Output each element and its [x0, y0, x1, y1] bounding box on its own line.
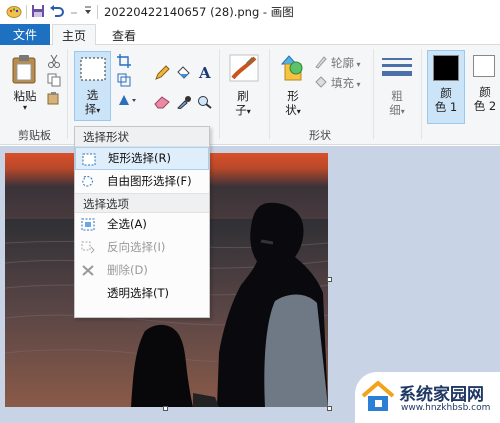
menu-item-free-form-selection[interactable]: 自由图形选择(F): [75, 170, 209, 193]
color-2-swatch: [473, 55, 495, 77]
eraser-icon[interactable]: [154, 95, 170, 112]
menu-item-rectangular-selection[interactable]: 矩形选择(R): [75, 147, 209, 170]
group-separator: [269, 49, 270, 139]
color-2-button[interactable]: 颜 色 2: [470, 53, 500, 123]
divider: [97, 5, 98, 19]
copy-icon[interactable]: [47, 73, 61, 90]
chevron-down-icon: ▾: [296, 107, 301, 116]
color-1-button[interactable]: 颜 色 1: [427, 50, 465, 124]
chevron-down-icon: ▾: [22, 103, 27, 112]
invert-selection-icon: [81, 241, 95, 254]
select-label: 选 择▾: [84, 88, 101, 116]
group-separator: [219, 49, 220, 139]
rotate-icon[interactable]: [117, 93, 137, 110]
chevron-down-icon: ▾: [354, 60, 361, 69]
watermark-title: 系统家园网: [399, 385, 484, 405]
size-button[interactable]: 粗 细▾: [380, 89, 414, 119]
color-1-label: 颜 色 1: [434, 86, 458, 114]
paste-label: 粘贴: [13, 89, 37, 103]
text-icon[interactable]: A: [197, 64, 213, 83]
menu-header-selection-shapes: 选择形状: [75, 127, 209, 147]
shapes-icon[interactable]: [279, 54, 305, 85]
canvas-resize-handle-right[interactable]: [327, 277, 332, 282]
color-2-label: 颜 色 2: [473, 85, 497, 113]
outline-button[interactable]: 轮廓 ▾: [331, 55, 361, 71]
divider: [26, 5, 27, 19]
shapes-group-label: 形状: [309, 129, 331, 142]
quick-access-toolbar: [0, 3, 98, 22]
shapes-button[interactable]: 形 状▾: [279, 89, 307, 119]
undo-icon[interactable]: [49, 4, 65, 21]
save-icon[interactable]: [31, 4, 45, 21]
svg-text:A: A: [198, 64, 211, 80]
menu-item-delete[interactable]: 删除(D): [75, 259, 209, 282]
color-1-swatch: [433, 55, 459, 81]
fill-bucket-icon[interactable]: [175, 65, 191, 84]
free-form-select-icon: [82, 176, 93, 187]
delete-x-icon: [82, 265, 94, 276]
paste-from-icon[interactable]: [47, 91, 61, 108]
crop-icon[interactable]: [117, 54, 131, 71]
title-bar: 20220422140657 (28).png - 画图: [0, 0, 500, 24]
house-logo-icon: [361, 381, 395, 411]
brushes-button[interactable]: 刷 子▾: [227, 89, 259, 119]
tab-home[interactable]: 主页: [52, 24, 96, 46]
fill-icon[interactable]: [314, 75, 328, 92]
select-button[interactable]: 选 择▾: [74, 51, 111, 121]
pencil-icon[interactable]: [154, 65, 170, 84]
paste-button[interactable]: 粘贴 ▾: [10, 89, 40, 113]
line-width-icon[interactable]: [382, 57, 412, 82]
group-separator: [373, 49, 374, 139]
group-separator: [67, 49, 68, 139]
select-dropdown-menu: 选择形状 矩形选择(R) 自由图形选择(F) 选择选项 全选(A) 反向选择(I…: [74, 126, 210, 318]
chevron-down-icon: ▾: [400, 107, 405, 116]
chevron-down-icon: ▾: [354, 80, 361, 89]
tab-view[interactable]: 查看: [104, 24, 144, 46]
chevron-down-icon: ▾: [96, 106, 101, 115]
ribbon-tab-row: 文件 主页 查看: [0, 24, 500, 46]
menu-item-transparent-selection[interactable]: 透明选择(T): [75, 282, 209, 305]
watermark: 系统家园网 www.hnzkhbsb.com: [343, 372, 500, 423]
select-rectangle-icon: [80, 57, 106, 81]
outline-icon[interactable]: [314, 55, 328, 72]
window-title: 20220422140657 (28).png - 画图: [104, 5, 294, 19]
watermark-url: www.hnzkhbsb.com: [401, 403, 491, 413]
paste-icon[interactable]: [11, 54, 37, 87]
canvas-resize-handle-corner[interactable]: [327, 406, 332, 411]
brushes-icon[interactable]: [229, 54, 259, 85]
tab-file[interactable]: 文件: [0, 24, 50, 45]
rectangle-select-icon: [82, 153, 96, 166]
canvas-resize-handle-bottom[interactable]: [163, 406, 168, 411]
customize-toolbar-chevron-icon[interactable]: [83, 4, 93, 21]
color-picker-icon[interactable]: [176, 95, 192, 112]
chevron-down-icon: ▾: [246, 107, 251, 116]
magnifier-icon[interactable]: [197, 95, 213, 112]
cut-icon[interactable]: [47, 54, 61, 71]
group-separator: [421, 49, 422, 139]
clipboard-group-label: 剪贴板: [18, 129, 51, 142]
menu-item-invert-selection[interactable]: 反向选择(I): [75, 236, 209, 259]
redo-icon[interactable]: [69, 4, 79, 21]
menu-header-selection-options: 选择选项: [75, 193, 209, 213]
fill-button[interactable]: 填充 ▾: [331, 75, 361, 91]
resize-icon[interactable]: [117, 73, 131, 90]
paint-app-icon[interactable]: [6, 3, 22, 22]
select-all-icon: [81, 218, 95, 231]
menu-item-select-all[interactable]: 全选(A): [75, 213, 209, 236]
